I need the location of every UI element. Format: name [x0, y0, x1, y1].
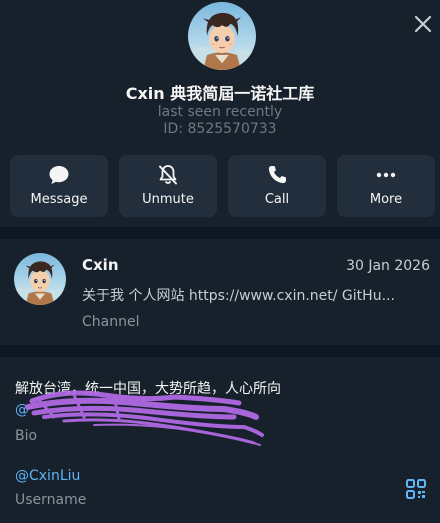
username-label: Username	[15, 492, 87, 508]
profile-panel: Cxin 典我简屆一诺社工库 last seen recently ID: 85…	[0, 0, 440, 523]
anime-boy-avatar-icon	[14, 253, 66, 305]
more-button-label: More	[369, 192, 403, 207]
section-divider	[0, 345, 440, 357]
call-button[interactable]: Call	[228, 155, 326, 217]
close-icon	[414, 15, 432, 33]
profile-header: Cxin 典我简屆一诺社工库 last seen recently ID: 85…	[0, 0, 440, 150]
personal-channel-item[interactable]: Cxin 30 Jan 2026 关于我 个人网站 https://www.cx…	[0, 239, 440, 345]
profile-name: Cxin 典我简屆一诺社工库	[125, 84, 315, 103]
qr-code-button[interactable]	[405, 478, 427, 500]
message-button[interactable]: Message	[10, 155, 108, 217]
profile-info-section: 解放台湾，统一中国，大势所趋，人心所向 @ Bio @CxinLiu Usern…	[0, 357, 440, 523]
channel-date: 30 Jan 2026	[346, 258, 430, 274]
channel-avatar	[14, 253, 66, 305]
unmute-button[interactable]: Unmute	[119, 155, 217, 217]
anime-boy-avatar-icon	[188, 2, 256, 70]
more-button[interactable]: More	[337, 155, 435, 217]
message-bubble-icon	[47, 163, 71, 187]
close-button[interactable]	[408, 9, 438, 39]
last-seen-status: last seen recently	[157, 104, 283, 120]
profile-avatar[interactable]	[188, 2, 256, 70]
redaction-scribble	[24, 387, 264, 451]
username-link[interactable]: @CxinLiu	[15, 468, 80, 484]
channel-type-label: Channel	[82, 314, 140, 330]
bell-muted-icon	[156, 163, 180, 187]
user-id: ID: 8525570733	[163, 121, 277, 137]
unmute-button-label: Unmute	[142, 192, 194, 207]
section-divider	[0, 227, 440, 239]
action-buttons: Message Unmute Call More	[10, 155, 436, 217]
call-button-label: Call	[264, 192, 290, 207]
message-button-label: Message	[30, 192, 88, 207]
more-dots-icon	[374, 163, 398, 187]
qr-code-icon	[406, 479, 426, 499]
phone-icon	[265, 163, 289, 187]
channel-description: 关于我 个人网站 https://www.cxin.net/ GitHu...	[82, 288, 395, 304]
channel-name: Cxin	[82, 256, 119, 274]
